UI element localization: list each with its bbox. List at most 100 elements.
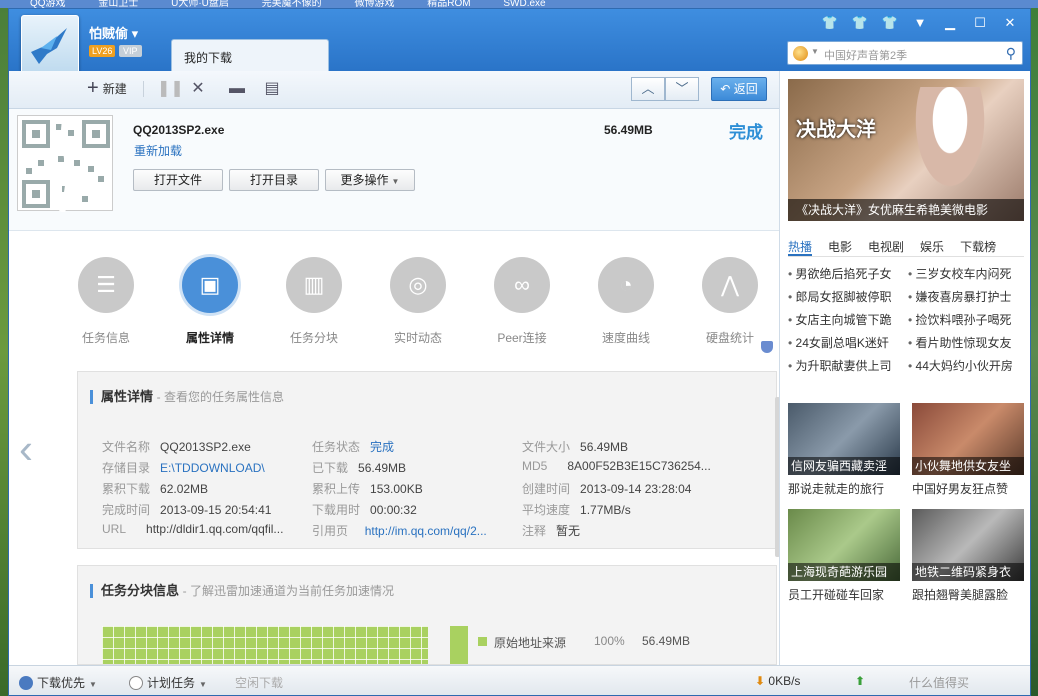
search-engine-icon[interactable] xyxy=(793,46,808,61)
news-link[interactable]: 为升职献妻供上司 xyxy=(788,355,908,378)
close-icon[interactable]: ✕ xyxy=(998,13,1022,33)
thumbnail-image: 小伙舞地供女友坐 xyxy=(912,403,1024,475)
search-input[interactable]: 中国好声音第2季 xyxy=(824,47,907,63)
prop-file-size: 文件大小 56.49MB xyxy=(522,440,629,454)
desktop-item: 微博游戏 xyxy=(354,0,395,8)
news-link[interactable]: 44大妈约小伙开房 xyxy=(908,355,1028,378)
skin-icon[interactable]: 👕 xyxy=(818,13,842,33)
chevron-down-icon: ▾ xyxy=(131,26,139,41)
prop-md5: MD5 8A00F52B3E15C736254... xyxy=(522,459,711,473)
thumbnail-image: 地铁二维码紧身衣 xyxy=(912,509,1024,581)
user-name[interactable]: 怕贼偷 ▾ xyxy=(89,23,138,42)
tab-movie[interactable]: 电影 xyxy=(828,231,852,256)
tab-download-rank[interactable]: 下载榜 xyxy=(960,231,996,256)
link-icon: ∞ xyxy=(494,257,550,313)
desktop-item: 完美魔不像的 xyxy=(261,0,322,8)
prop-file-name: 文件名称 QQ2013SP2.exe xyxy=(102,440,251,454)
search-box[interactable]: ▼ 中国好声音第2季 ⚲ xyxy=(787,41,1023,65)
file-info-area: QQ2013SP2.exe 56.49MB 完成 重新加载 打开文件 打开目录 … xyxy=(9,109,779,231)
level-badge: LV26 xyxy=(89,45,116,57)
idle-download-toggle[interactable]: 空闲下载 xyxy=(235,674,283,691)
desktop-wallpaper-left xyxy=(0,8,8,696)
target-icon: ◎ xyxy=(390,257,446,313)
prop-downloaded: 已下载 56.49MB xyxy=(312,461,407,475)
prop-total-down: 累积下载 62.02MB xyxy=(102,482,209,496)
chevron-down-icon[interactable]: ▼ xyxy=(811,47,819,56)
tab-realtime[interactable]: ◎ 实时动态 xyxy=(383,257,453,346)
thumbnail-card[interactable]: 上海现奇葩游乐园 员工开碰碰车回家 xyxy=(788,509,900,603)
save-dir-link[interactable]: E:\TDDOWNLOAD\ xyxy=(160,461,265,475)
thumbnail-card[interactable]: 信网友骗西藏卖淫 那说走就走的旅行 xyxy=(788,403,900,497)
scheduled-task-menu[interactable]: 计划任务 ▼ xyxy=(129,674,207,691)
tab-my-downloads[interactable]: 我的下载 xyxy=(171,39,329,71)
back-button[interactable]: ↶ 返回 xyxy=(711,77,767,101)
chevron-down-icon: ▼ xyxy=(199,680,207,689)
thumbnail-card[interactable]: 地铁二维码紧身衣 跟拍翘臀美腿露脸 xyxy=(912,509,1024,603)
app-logo[interactable] xyxy=(21,15,79,77)
info-icon: ▣ xyxy=(182,257,238,313)
legend-size: 56.49MB xyxy=(642,634,691,648)
promo-banner[interactable]: 决战大洋 《决战大洋》女优麻生希艳美微电影 xyxy=(788,79,1024,221)
tab-task-info[interactable]: ☰ 任务信息 xyxy=(71,257,141,346)
tab-property-details[interactable]: ▣ 属性详情 xyxy=(175,257,245,346)
shield-icon xyxy=(761,341,773,353)
desktop-wallpaper-right xyxy=(1031,8,1038,696)
news-link[interactable]: 24女副总唱K迷奸 xyxy=(788,332,908,355)
pause-icon[interactable]: ❚❚ xyxy=(157,80,184,98)
open-file-button[interactable]: 打开文件 xyxy=(133,169,223,191)
news-link[interactable]: 嫌夜喜房暴打护士 xyxy=(908,286,1028,309)
maximize-icon[interactable]: ☐ xyxy=(968,13,992,33)
detail-categories: ☰ 任务信息 ▣ 属性详情 ▥ 任务分块 ◎ 实时动态 ∞ Peer连接 ◔ 速… xyxy=(9,231,779,371)
toolbar: + 新建 ❚❚ ✕ ▬ ▤ ︿ ﹀ ↶ 返回 xyxy=(9,71,779,109)
list-icon: ☰ xyxy=(78,257,134,313)
sidebar: 决战大洋 《决战大洋》女优麻生希艳美微电影 热播 电影 电视剧 娱乐 下载榜 男… xyxy=(779,71,1030,665)
tab-entertainment[interactable]: 娱乐 xyxy=(920,231,944,256)
minimize-icon[interactable]: ▁ xyxy=(938,13,962,33)
news-link[interactable]: 看片助性惊现女友 xyxy=(908,332,1028,355)
tab-peer-connections[interactable]: ∞ Peer连接 xyxy=(487,257,557,346)
skin-icon[interactable]: 👕 xyxy=(878,13,902,33)
menu-icon[interactable]: ▼ xyxy=(908,13,932,33)
banner-figure xyxy=(910,87,990,197)
prop-duration: 下载用时 00:00:32 xyxy=(312,503,417,517)
xunlei-window: 怕贼偷 ▾ LV26 VIP 我的下载 👕 👕 👕 ▼ ▁ ☐ ✕ ▼ 中国好声… xyxy=(8,8,1031,696)
prop-url: URL http://dldir1.qq.com/qqfil... xyxy=(102,522,284,536)
news-link[interactable]: 男欲绝后掐死子女 xyxy=(788,263,908,286)
prop-referer: 引用页 http://im.qq.com/qq/2... xyxy=(312,524,487,538)
move-down-button[interactable]: ﹀ xyxy=(665,77,699,101)
download-priority-menu[interactable]: 下载优先 ▼ xyxy=(19,674,97,691)
more-actions-button[interactable]: 更多操作 ▼ xyxy=(325,169,415,191)
source-bar xyxy=(450,626,468,664)
prop-save-dir: 存储目录 E:\TDDOWNLOAD\ xyxy=(102,461,265,475)
tab-hot[interactable]: 热播 xyxy=(788,231,813,256)
desktop-strip: QQ游戏 金山卫士 U大师·U盘启 完美魔不像的 微博游戏 精品ROM SWD.… xyxy=(0,0,1038,8)
tab-speed-curve[interactable]: ◔ 速度曲线 xyxy=(591,257,661,346)
news-link[interactable]: 女店主向城管下跪 xyxy=(788,309,908,332)
prop-avg-speed: 平均速度 1.77MB/s xyxy=(522,503,631,517)
toolbar-divider xyxy=(143,81,144,97)
news-link[interactable]: 郎局女抠脚被停职 xyxy=(788,286,908,309)
news-link[interactable]: 三岁女校车内闷死 xyxy=(908,263,1028,286)
file-name: QQ2013SP2.exe xyxy=(133,123,225,137)
delete-icon[interactable]: ✕ xyxy=(189,80,207,98)
open-folder-button[interactable]: 打开目录 xyxy=(229,169,319,191)
new-task-button[interactable]: + 新建 xyxy=(87,78,127,98)
document-icon[interactable]: ▤ xyxy=(263,80,281,98)
thumbnail-card[interactable]: 小伙舞地供女友坐 中国好男友狂点赞 xyxy=(912,403,1024,497)
skin-icon[interactable]: 👕 xyxy=(848,13,872,33)
search-icon[interactable]: ⚲ xyxy=(1006,45,1016,62)
tab-task-blocks[interactable]: ▥ 任务分块 xyxy=(279,257,349,346)
legend-percent: 100% xyxy=(594,634,625,648)
previous-arrow-icon[interactable]: ‹ xyxy=(19,425,33,473)
tab-tv[interactable]: 电视剧 xyxy=(868,231,904,256)
reload-link[interactable]: 重新加载 xyxy=(134,142,182,159)
arrow-down-icon: ⬇ xyxy=(755,674,766,688)
referer-link[interactable]: http://im.qq.com/qq/2... xyxy=(365,524,487,538)
news-link[interactable]: 捡饮料喂孙子喝死 xyxy=(908,309,1028,332)
tab-disk-stats[interactable]: ⋀ 硬盘统计 xyxy=(695,257,765,346)
folder-icon[interactable]: ▬ xyxy=(228,80,246,98)
desktop-item: U大师·U盘启 xyxy=(171,0,229,8)
move-up-button[interactable]: ︿ xyxy=(631,77,665,101)
desktop-item: SWD.exe xyxy=(503,0,546,8)
clock-icon xyxy=(129,676,143,690)
